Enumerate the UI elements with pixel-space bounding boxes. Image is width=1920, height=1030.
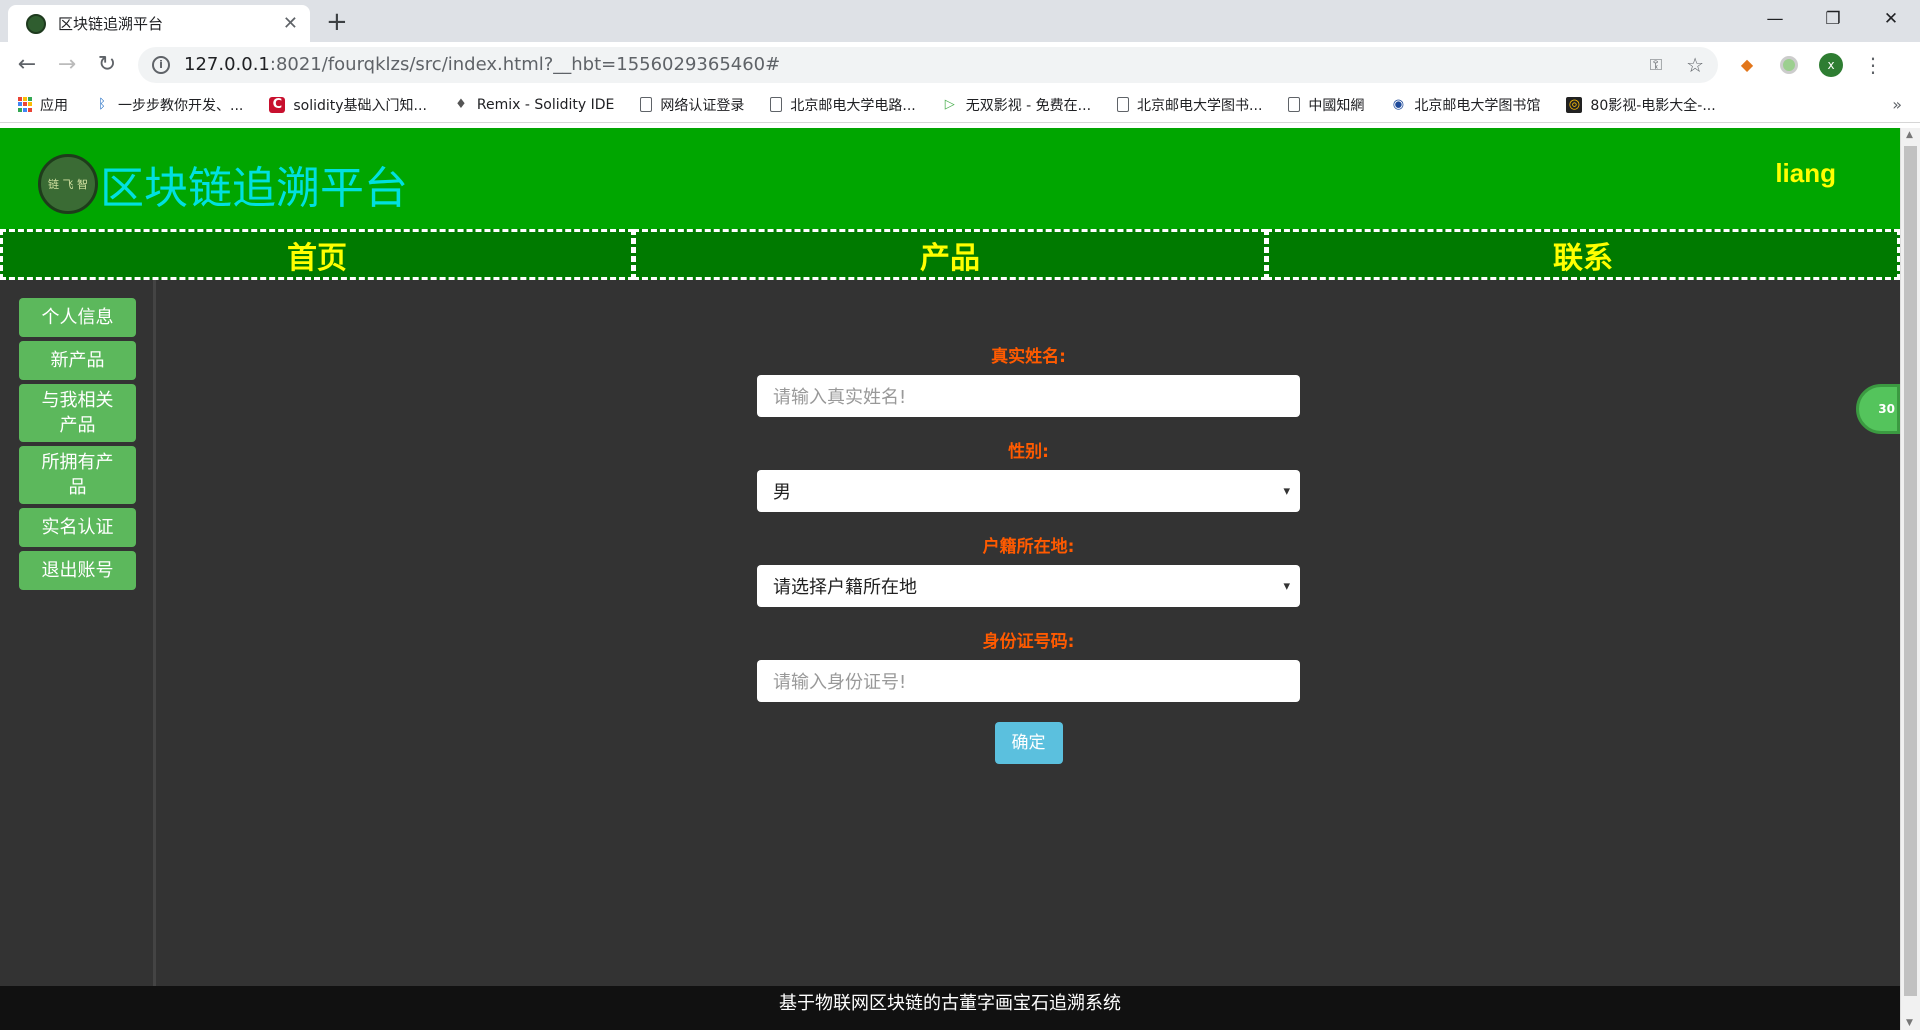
id-number-input[interactable]: 请输入身份证号! bbox=[757, 660, 1300, 702]
bluetooth-icon: ᛒ bbox=[98, 97, 106, 112]
bookmark-item[interactable]: C solidity基础入门知... bbox=[269, 95, 427, 115]
apps-icon bbox=[18, 96, 32, 113]
bookmark-item[interactable]: ▷ 无双影视 - 免费在... bbox=[942, 95, 1091, 115]
page-scrollbar[interactable]: ▲ ▼ bbox=[1900, 128, 1920, 1030]
gender-label: 性别: bbox=[1008, 442, 1049, 462]
main-nav: 首页 产品 联系 bbox=[0, 229, 1900, 280]
csdn-icon: C bbox=[269, 96, 286, 113]
address-bar[interactable]: i 127.0.0.1 :8021/fourqklzs/src/index.ht… bbox=[138, 46, 1718, 83]
metamask-extension-icon[interactable]: ◆ bbox=[1734, 52, 1760, 78]
browser-tabbar: 区块链追溯平台 ✕ + — ❐ ✕ bbox=[0, 0, 1920, 42]
site-favicon-icon bbox=[26, 13, 46, 34]
sidebar-item-profile[interactable]: 个人信息 bbox=[19, 298, 136, 337]
bookmark-item[interactable]: ◎ 80影视-电影大全-... bbox=[1566, 95, 1716, 115]
close-window-button[interactable]: ✕ bbox=[1862, 0, 1920, 38]
new-tab-button[interactable]: + bbox=[326, 7, 348, 37]
site-logo: 链 飞 智 bbox=[38, 154, 98, 214]
floating-widget[interactable]: 30 bbox=[1856, 384, 1900, 434]
id-number-label: 身份证号码: bbox=[982, 632, 1075, 652]
bookmark-item[interactable]: 网络认证登录 bbox=[640, 95, 744, 115]
url-host: 127.0.0.1 bbox=[184, 54, 270, 75]
browser-tab[interactable]: 区块链追溯平台 ✕ bbox=[8, 5, 310, 42]
sidebar-item-new-product[interactable]: 新产品 bbox=[19, 341, 136, 380]
page-icon bbox=[1288, 97, 1301, 112]
scrollbar-thumb[interactable] bbox=[1904, 146, 1917, 996]
site-title: 区块链追溯平台 bbox=[100, 163, 408, 214]
globe-icon: ◉ bbox=[1392, 97, 1405, 112]
bookmarks-bar: 应用 ᛒ 一步步教你开发、... C solidity基础入门知... ♦ Re… bbox=[0, 87, 1920, 123]
film-icon: ◎ bbox=[1566, 96, 1583, 113]
scroll-up-icon[interactable]: ▲ bbox=[1906, 130, 1913, 140]
scroll-down-icon[interactable]: ▼ bbox=[1906, 1018, 1913, 1028]
page-icon bbox=[1117, 97, 1130, 112]
window-controls: — ❐ ✕ bbox=[1746, 0, 1920, 38]
sidebar: 个人信息 新产品 与我相关产品 所拥有产品 实名认证 退出账号 bbox=[0, 280, 156, 986]
play-icon: ▷ bbox=[944, 97, 955, 112]
restore-button[interactable]: ❐ bbox=[1804, 0, 1862, 38]
back-button[interactable]: ← bbox=[10, 48, 44, 82]
bookmark-item[interactable]: ♦ Remix - Solidity IDE bbox=[453, 97, 614, 113]
gender-select[interactable]: 男 bbox=[757, 470, 1300, 512]
sidebar-item-owned-products[interactable]: 所拥有产品 bbox=[19, 446, 136, 504]
minimize-button[interactable]: — bbox=[1746, 0, 1804, 38]
sidebar-item-related-products[interactable]: 与我相关产品 bbox=[19, 384, 136, 442]
nav-contact[interactable]: 联系 bbox=[1266, 229, 1900, 280]
submit-button[interactable]: 确定 bbox=[994, 722, 1063, 764]
close-tab-icon[interactable]: ✕ bbox=[283, 13, 298, 34]
url-path: :8021/fourqklzs/src/index.html?__hbt=155… bbox=[269, 54, 781, 75]
browser-menu-icon[interactable]: ⋮ bbox=[1860, 52, 1886, 78]
extension-icon[interactable] bbox=[1776, 52, 1802, 78]
real-name-input[interactable]: 请输入真实姓名! bbox=[757, 375, 1300, 417]
bookmark-item[interactable]: ◉ 北京邮电大学图书馆 bbox=[1390, 95, 1541, 115]
verification-form: 真实姓名: 请输入真实姓名! 性别: 男 户籍所在地: 请选择户籍所在地 身份证… bbox=[757, 342, 1300, 764]
profile-avatar[interactable]: x bbox=[1818, 52, 1844, 78]
sidebar-item-verification[interactable]: 实名认证 bbox=[19, 508, 136, 547]
nav-home[interactable]: 首页 bbox=[0, 229, 634, 280]
site-footer: 基于物联网区块链的古董字画宝石追溯系统 bbox=[0, 986, 1900, 1030]
site-header: 链 飞 智 区块链追溯平台 liang bbox=[0, 128, 1900, 229]
password-key-icon[interactable]: ⚿ bbox=[1650, 55, 1662, 75]
bookmark-star-icon[interactable]: ☆ bbox=[1686, 53, 1704, 77]
bookmark-item[interactable]: 应用 bbox=[18, 95, 68, 115]
browser-toolbar: ← → ↻ i 127.0.0.1 :8021/fourqklzs/src/in… bbox=[0, 42, 1920, 87]
forward-button[interactable]: → bbox=[50, 48, 84, 82]
tab-title: 区块链追溯平台 bbox=[58, 15, 164, 33]
reload-button[interactable]: ↻ bbox=[90, 48, 124, 82]
site-info-icon[interactable]: i bbox=[152, 55, 170, 74]
page-icon bbox=[640, 97, 653, 112]
ethereum-icon: ♦ bbox=[455, 97, 467, 112]
bookmark-item[interactable]: 中國知網 bbox=[1288, 95, 1364, 115]
sidebar-item-logout[interactable]: 退出账号 bbox=[19, 551, 136, 590]
nav-products[interactable]: 产品 bbox=[633, 229, 1267, 280]
page-icon bbox=[770, 97, 783, 112]
hukou-select[interactable]: 请选择户籍所在地 bbox=[757, 565, 1300, 607]
name-label: 真实姓名: bbox=[991, 347, 1066, 367]
page-viewport: 链 飞 智 区块链追溯平台 liang 首页 产品 联系 个人信息 新产品 与我… bbox=[0, 128, 1900, 1030]
username-label[interactable]: liang bbox=[1775, 158, 1836, 189]
bookmark-item[interactable]: 北京邮电大学图书... bbox=[1117, 95, 1262, 115]
bookmark-item[interactable]: 北京邮电大学电路... bbox=[770, 95, 916, 115]
hukou-label: 户籍所在地: bbox=[982, 537, 1075, 557]
bookmark-item[interactable]: ᛒ 一步步教你开发、... bbox=[94, 95, 243, 115]
bookmarks-more-button[interactable]: » bbox=[1892, 95, 1902, 114]
